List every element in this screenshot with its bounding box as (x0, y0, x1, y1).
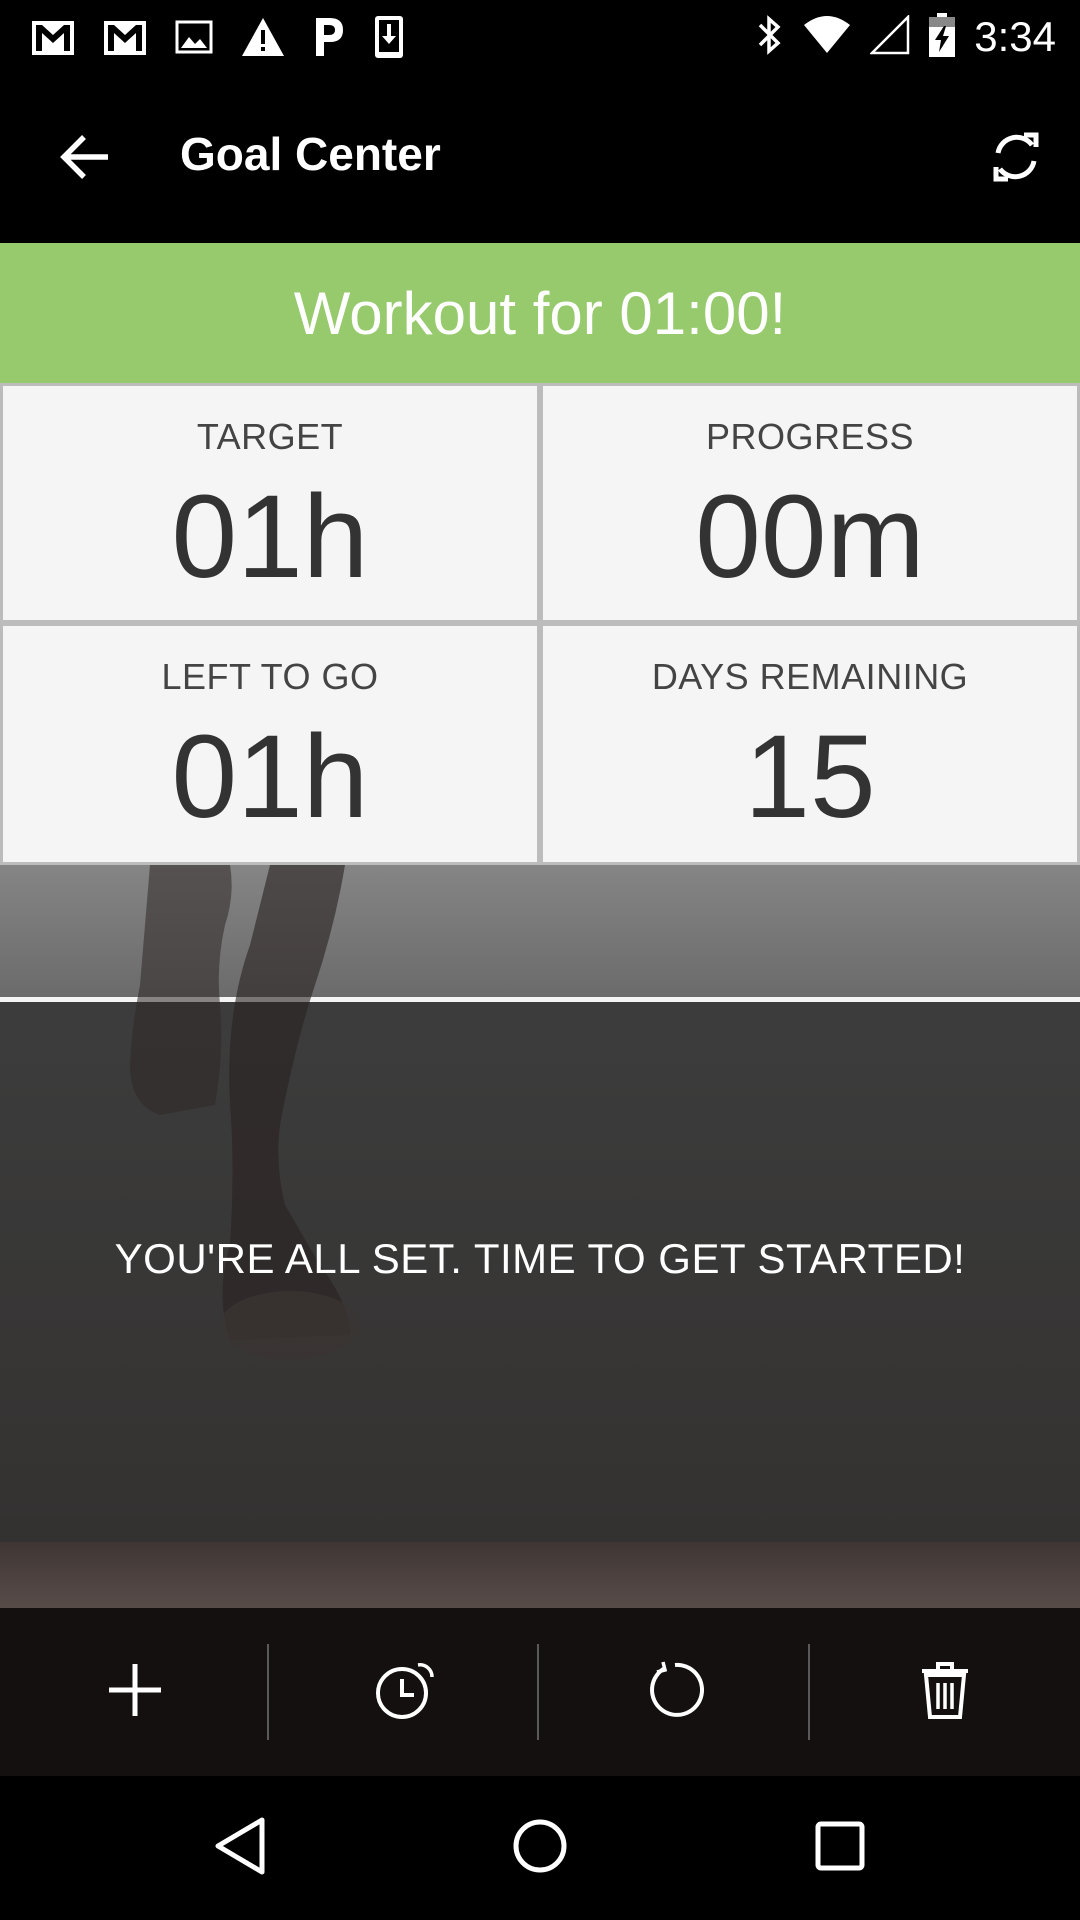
gmail-icon (30, 17, 76, 57)
system-navigation-bar (0, 1776, 1080, 1920)
reminder-button[interactable] (270, 1608, 540, 1776)
runner-silhouette (130, 865, 360, 1359)
stat-card-progress: PROGRESS 00m (543, 386, 1077, 620)
battery-charging-icon (928, 12, 956, 63)
stat-label: LEFT TO GO (161, 656, 379, 697)
add-button[interactable] (0, 1608, 270, 1776)
nav-recents-icon (813, 1819, 867, 1878)
nav-back-button[interactable] (190, 1798, 290, 1898)
bluetooth-icon (754, 13, 784, 62)
back-button[interactable] (44, 119, 124, 199)
arrow-back-icon (58, 133, 110, 186)
image-icon (174, 17, 214, 57)
status-bar: 3:34 (0, 0, 1080, 75)
trash-icon (918, 1659, 972, 1726)
notification-icons (30, 14, 406, 60)
signal-icon (869, 13, 910, 60)
stat-value: 01h (171, 471, 369, 603)
delete-button[interactable] (810, 1608, 1080, 1776)
stat-label: PROGRESS (705, 416, 915, 457)
refresh-icon (988, 129, 1044, 190)
wifi-icon (802, 15, 852, 60)
system-icons: 3:34 (754, 12, 1056, 62)
alarm-clock-icon (374, 1659, 436, 1726)
nav-home-button[interactable] (490, 1798, 590, 1898)
goal-banner: Workout for 01:00! (0, 243, 1080, 383)
divider (267, 1644, 269, 1740)
hero-message: YOU'RE ALL SET. TIME TO GET STARTED! (114, 1235, 966, 1282)
nav-home-icon (511, 1817, 569, 1880)
goal-banner-text: Workout for 01:00! (293, 279, 787, 347)
nav-recents-button[interactable] (790, 1798, 890, 1898)
status-time: 3:34 (974, 13, 1056, 60)
gmail-icon (102, 17, 148, 57)
download-icon (372, 14, 406, 60)
reset-icon (645, 1660, 705, 1725)
reset-button[interactable] (540, 1608, 810, 1776)
refresh-button[interactable] (976, 119, 1056, 199)
stat-value: 01h (171, 711, 369, 843)
stat-value: 00m (695, 471, 925, 603)
page-title: Goal Center (180, 128, 441, 180)
stat-card-days-remaining: DAYS REMAINING 15 (543, 626, 1077, 862)
warning-icon (240, 16, 286, 58)
divider (537, 1644, 539, 1740)
stat-label: DAYS REMAINING (651, 656, 969, 697)
hero-background: YOU'RE ALL SET. TIME TO GET STARTED! (0, 865, 1080, 1608)
stat-label: TARGET (196, 416, 344, 457)
toolbar: Goal Center (0, 75, 1080, 243)
action-bar (0, 1608, 1080, 1776)
stat-card-target: TARGET 01h (3, 386, 537, 620)
parking-icon (312, 16, 346, 58)
stat-value: 15 (744, 711, 876, 843)
nav-back-icon (212, 1816, 268, 1881)
stat-card-left-to-go: LEFT TO GO 01h (3, 626, 537, 862)
add-icon (105, 1660, 165, 1725)
stats-grid: TARGET 01h PROGRESS 00m LEFT TO GO 01h D… (0, 383, 1080, 865)
